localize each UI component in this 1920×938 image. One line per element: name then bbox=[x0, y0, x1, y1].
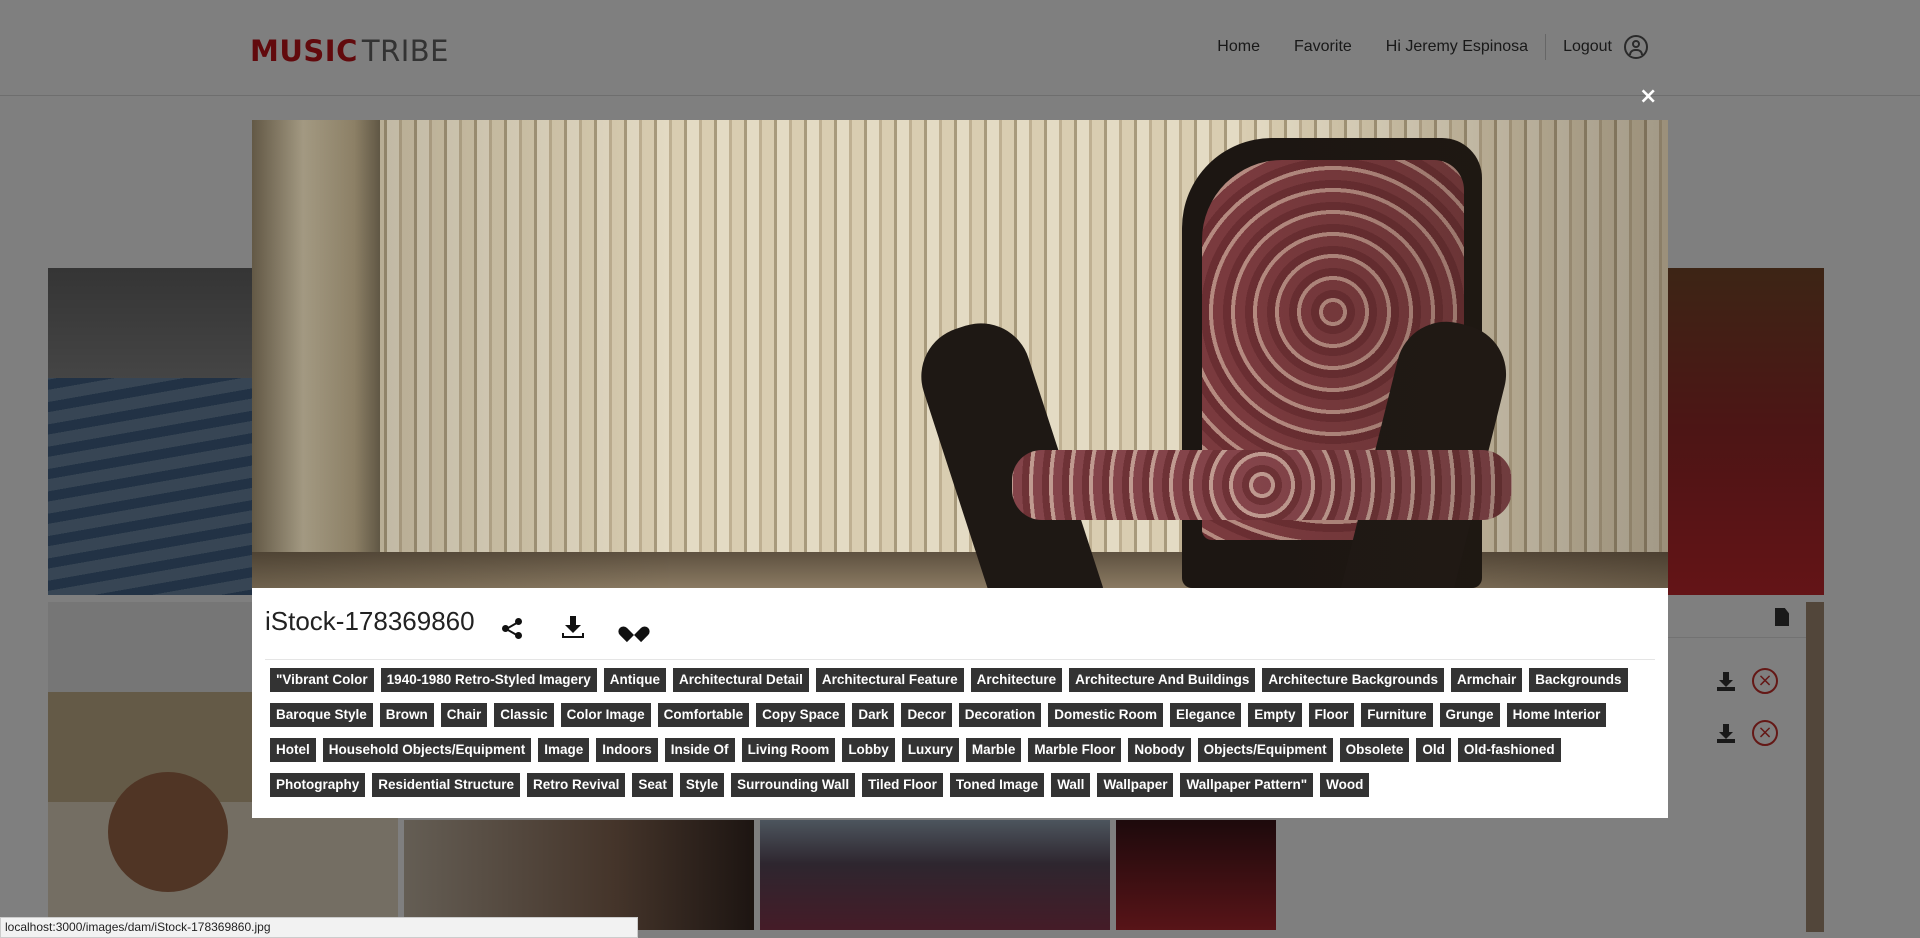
tag-chip[interactable]: Obsolete bbox=[1339, 738, 1410, 762]
tag-chip[interactable]: Antique bbox=[603, 668, 667, 692]
close-icon[interactable]: × bbox=[1639, 84, 1661, 109]
tag-chip[interactable]: Surrounding Wall bbox=[731, 773, 856, 797]
tag-chip[interactable]: Architectural Feature bbox=[815, 668, 964, 692]
tag-chip[interactable]: Architectural Detail bbox=[673, 668, 809, 692]
image-detail-modal: iStock-178369860 "Vibrant Color 1940-1980… bbox=[252, 120, 1668, 818]
tag-chip[interactable]: Old-fashioned bbox=[1457, 738, 1561, 762]
tag-chip[interactable]: Armchair bbox=[1450, 668, 1523, 692]
share-icon[interactable] bbox=[501, 616, 525, 640]
favorite-heart-icon[interactable] bbox=[624, 616, 648, 640]
tag-chip[interactable]: Tiled Floor bbox=[862, 773, 943, 797]
tag-chip[interactable]: Architecture Backgrounds bbox=[1262, 668, 1444, 692]
tag-chip[interactable]: Decor bbox=[901, 703, 952, 727]
tag-chip[interactable]: Elegance bbox=[1170, 703, 1242, 727]
tag-chip[interactable]: Wall bbox=[1051, 773, 1091, 797]
tag-chip[interactable]: Brown bbox=[379, 703, 434, 727]
tag-chip[interactable]: Chair bbox=[440, 703, 488, 727]
tag-chip[interactable]: Backgrounds bbox=[1529, 668, 1628, 692]
preview-shading bbox=[252, 120, 1668, 588]
tag-chip[interactable]: Floor bbox=[1308, 703, 1355, 727]
tag-chip[interactable]: Indoors bbox=[596, 738, 658, 762]
title-row: iStock-178369860 bbox=[265, 588, 1655, 660]
tag-chip[interactable]: Photography bbox=[270, 773, 366, 797]
tag-chip[interactable]: Nobody bbox=[1128, 738, 1191, 762]
tag-chip[interactable]: Seat bbox=[632, 773, 673, 797]
tag-chip[interactable]: Grunge bbox=[1439, 703, 1500, 727]
tag-chip[interactable]: Decoration bbox=[958, 703, 1042, 727]
tag-chip[interactable]: Marble bbox=[965, 738, 1022, 762]
tag-chip[interactable]: Architecture bbox=[970, 668, 1063, 692]
image-preview bbox=[252, 120, 1668, 588]
tag-chip[interactable]: 1940-1980 Retro-Styled Imagery bbox=[380, 668, 597, 692]
tag-chip[interactable]: Old bbox=[1416, 738, 1451, 762]
image-title: iStock-178369860 bbox=[265, 606, 475, 636]
tag-chip[interactable]: Image bbox=[538, 738, 590, 762]
tag-chip[interactable]: Style bbox=[679, 773, 725, 797]
tag-chip[interactable]: Living Room bbox=[741, 738, 836, 762]
tag-chip[interactable]: Hotel bbox=[270, 738, 316, 762]
tag-chip[interactable]: Household Objects/Equipment bbox=[322, 738, 532, 762]
tag-list: "Vibrant Color 1940-1980 Retro-Styled Ima… bbox=[270, 668, 1650, 808]
tag-chip[interactable]: Residential Structure bbox=[372, 773, 521, 797]
tag-chip[interactable]: Wallpaper Pattern" bbox=[1180, 773, 1314, 797]
tag-chip[interactable]: Wallpaper bbox=[1097, 773, 1174, 797]
browser-status-url: localhost:3000/images/dam/iStock-1783698… bbox=[0, 917, 638, 938]
tag-chip[interactable]: Toned Image bbox=[949, 773, 1045, 797]
image-info: iStock-178369860 "Vibrant Color 1940-1980… bbox=[265, 588, 1655, 797]
tag-chip[interactable]: Inside Of bbox=[664, 738, 735, 762]
tag-chip[interactable]: Wood bbox=[1320, 773, 1370, 797]
tag-chip[interactable]: Color Image bbox=[560, 703, 651, 727]
tag-chip[interactable]: Baroque Style bbox=[270, 703, 373, 727]
download-icon[interactable] bbox=[562, 616, 586, 640]
tag-chip[interactable]: Home Interior bbox=[1506, 703, 1607, 727]
tag-chip[interactable]: Furniture bbox=[1361, 703, 1433, 727]
tag-chip[interactable]: Marble Floor bbox=[1028, 738, 1122, 762]
tag-chip[interactable]: Domestic Room bbox=[1048, 703, 1163, 727]
tag-chip[interactable]: "Vibrant Color bbox=[270, 668, 374, 692]
tag-chip[interactable]: Classic bbox=[494, 703, 554, 727]
tag-chip[interactable]: Lobby bbox=[842, 738, 895, 762]
tag-chip[interactable]: Luxury bbox=[901, 738, 959, 762]
tag-chip[interactable]: Objects/Equipment bbox=[1197, 738, 1333, 762]
tag-chip[interactable]: Dark bbox=[852, 703, 895, 727]
tag-chip[interactable]: Architecture And Buildings bbox=[1069, 668, 1256, 692]
tag-chip[interactable]: Retro Revival bbox=[527, 773, 626, 797]
tag-chip[interactable]: Comfortable bbox=[657, 703, 750, 727]
tag-chip[interactable]: Empty bbox=[1248, 703, 1302, 727]
tag-chip[interactable]: Copy Space bbox=[756, 703, 846, 727]
